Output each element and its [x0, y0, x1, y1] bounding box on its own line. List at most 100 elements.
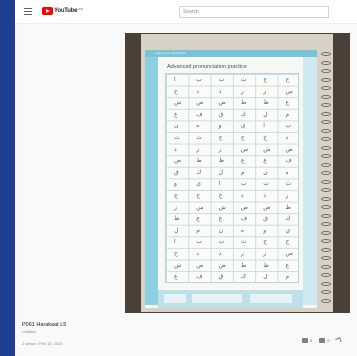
- grid-letter: ك: [240, 110, 246, 118]
- grid-letter: ب: [196, 238, 202, 246]
- grid-letter: ذ: [263, 192, 266, 199]
- workbook-header-text: Learning to read Arabic: [155, 51, 187, 55]
- grid-letter: ف: [196, 110, 203, 118]
- grid-letter: خ: [174, 250, 178, 257]
- grid-letter: د: [196, 87, 199, 95]
- grid-letter: ه: [240, 226, 245, 234]
- share-button[interactable]: [335, 337, 343, 344]
- grid-letter: ض: [218, 261, 226, 269]
- grid-letter: ت: [174, 134, 180, 141]
- grid-letter: ط: [196, 157, 202, 165]
- grid-letter: ت: [263, 180, 269, 188]
- grid-letter: غ: [174, 273, 178, 281]
- logo-text: YouTube: [54, 8, 78, 14]
- grid-letter: د: [240, 192, 244, 199]
- grid-letter: ق: [218, 273, 224, 281]
- like-count: 0: [310, 338, 313, 343]
- footer-chip: [250, 294, 292, 303]
- grid-letter: ث: [240, 76, 247, 83]
- masthead: YouTube ZW Search: [15, 0, 357, 24]
- logo-country-code: ZW: [78, 7, 84, 11]
- grid-letter: ط: [285, 203, 292, 211]
- footer-chip: [192, 294, 242, 303]
- grid-letter: ث: [285, 180, 292, 188]
- grid-letter: ذ: [218, 87, 222, 95]
- grid-letter: ح: [285, 76, 290, 83]
- spiral-ring: [321, 128, 331, 133]
- grid-letter: ق: [263, 215, 268, 223]
- spiral-ring: [321, 86, 331, 90]
- spiral-ring: [321, 137, 331, 141]
- grid-letter: ذ: [174, 145, 177, 153]
- grid-letter: ر: [240, 87, 244, 95]
- spiral-ring: [321, 111, 331, 116]
- grid-letter: ض: [263, 203, 271, 211]
- spiral-ring: [321, 179, 331, 184]
- spiral-ring: [321, 247, 331, 252]
- grid-letter: د: [285, 134, 289, 141]
- workbook-footer: [158, 290, 303, 308]
- grid-letter: غ: [218, 215, 223, 223]
- spiral-ring: [321, 171, 331, 175]
- grid-letter: ج: [174, 192, 178, 199]
- grid-letter: ض: [174, 157, 182, 165]
- grid-letter: م: [285, 110, 290, 118]
- grid-letter: خ: [174, 87, 178, 95]
- grid-letter: ق: [174, 168, 179, 176]
- grid-letter: ف: [240, 215, 248, 223]
- like-icon: [302, 338, 308, 343]
- grid-letter: ي: [285, 226, 291, 234]
- grid-letter: ز: [263, 87, 267, 95]
- grid-letter: ط: [240, 99, 247, 107]
- grid-letter: ح: [285, 238, 290, 246]
- spiral-ring: [321, 213, 331, 218]
- grid-letter: خ: [263, 134, 268, 141]
- grid-letter: س: [196, 203, 204, 211]
- workbook-page: Learning to read Arabic Advanced pronunc…: [145, 50, 317, 308]
- grid-letter: ش: [263, 145, 271, 153]
- video-player[interactable]: Learning to read Arabic Advanced pronunc…: [125, 33, 350, 313]
- grid-letter: س: [285, 250, 293, 257]
- grid-letter: ه: [196, 122, 200, 130]
- grid-letter: ق: [218, 110, 224, 118]
- grid-letter: ن: [218, 226, 223, 234]
- grid-letter: ي: [196, 180, 201, 188]
- spiral-ring: [321, 162, 331, 167]
- grid-letter: ل: [174, 226, 179, 234]
- youtube-logo[interactable]: YouTube ZW: [42, 7, 83, 15]
- search-input[interactable]: Search: [179, 6, 329, 18]
- grid-letter: ز: [263, 250, 267, 257]
- spiral-ring: [321, 273, 331, 277]
- workbook-title: Advanced pronunciation practice: [167, 64, 247, 70]
- video-title: P061 Harakaat L5: [22, 322, 67, 328]
- grid-letter: ظ: [218, 157, 225, 165]
- dislike-count: 0: [327, 338, 330, 343]
- spiral-ring: [321, 69, 331, 73]
- grid-letter: م: [285, 273, 290, 281]
- spiral-ring: [321, 205, 331, 209]
- grid-letter: ج: [263, 76, 268, 83]
- spiral-ring: [321, 298, 331, 303]
- workbook-right-band: [303, 57, 317, 305]
- grid-letter: ذ: [218, 250, 222, 257]
- grid-letter: ن: [174, 122, 179, 130]
- grid-letter: ه: [285, 168, 289, 176]
- grid-letter: ع: [240, 157, 245, 165]
- grid-letter: ك: [285, 215, 291, 223]
- video-frame: Learning to read Arabic Advanced pronunc…: [141, 34, 333, 312]
- grid-letter: ص: [240, 203, 249, 211]
- grid-letter: ظ: [174, 215, 180, 223]
- menu-icon[interactable]: [24, 8, 32, 15]
- youtube-logo-icon: [42, 7, 53, 15]
- spiral-ring: [321, 52, 331, 56]
- grid-letter: ي: [240, 122, 246, 130]
- grid-letter: ش: [174, 261, 182, 269]
- like-button[interactable]: 0: [302, 338, 312, 343]
- grid-letter: ج: [218, 134, 223, 141]
- youtube-page: YouTube ZW Search Learning to read Arabi…: [15, 0, 357, 356]
- spiral-ring: [321, 281, 331, 286]
- dislike-button[interactable]: 0: [319, 338, 329, 343]
- grid-letter: و: [263, 226, 267, 234]
- grid-letter: ش: [218, 203, 226, 211]
- grid-letter: م: [196, 226, 201, 234]
